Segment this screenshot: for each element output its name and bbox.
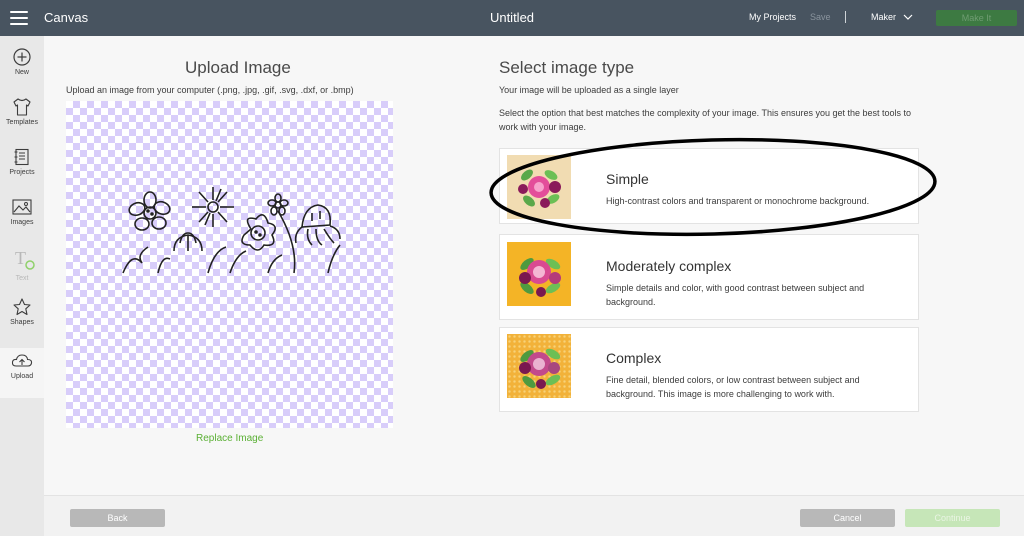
option-simple-title: Simple [606,171,649,187]
sidebar-item-templates[interactable]: Templates [0,98,44,148]
sidebar-item-projects[interactable]: Projects [0,148,44,198]
simple-thumbnail [507,155,571,219]
replace-image-link[interactable]: Replace Image [196,433,263,444]
app-name: Canvas [44,10,89,25]
image-type-subtitle: Your image will be uploaded as a single … [499,85,679,95]
sidebar-label-shapes: Shapes [10,319,34,326]
sidebar-label-images: Images [10,219,34,226]
svg-text:T: T [15,248,26,268]
projects-icon [14,148,29,166]
back-button[interactable]: Back [70,509,165,527]
upload-icon [11,354,33,367]
image-preview [66,101,393,428]
my-projects-link[interactable]: My Projects [749,12,796,22]
sidebar-item-new[interactable]: New [0,48,44,98]
top-bar: Canvas Untitled My Projects Save Maker M… [0,0,1024,36]
upload-subtitle: Upload an image from your computer (.png… [66,85,354,95]
option-moderate-title: Moderately complex [606,258,732,274]
image-type-description: Select the option that best matches the … [499,108,912,132]
shapes-icon [13,298,31,316]
flower-bouquet-icon [518,169,561,208]
sidebar-item-text[interactable]: T Text [0,248,44,298]
flower-bouquet-icon [519,258,561,297]
save-button[interactable]: Save [810,12,831,22]
sidebar-label-projects: Projects [9,169,35,176]
option-simple[interactable]: Simple High-contrast colors and transpar… [499,148,919,224]
text-icon: T [15,248,35,270]
image-type-title: Select image type [499,58,635,77]
document-title[interactable]: Untitled [490,10,534,25]
sidebar: New Templates Projects Images T Text Sha… [0,36,44,536]
machine-select[interactable]: Maker [871,12,896,22]
topbar-divider [845,11,846,23]
cancel-button[interactable]: Cancel [800,509,895,527]
option-moderate-description: Simple details and color, with good cont… [606,283,865,307]
chevron-down-icon[interactable] [903,12,913,22]
sidebar-label-new: New [14,69,29,76]
upload-title: Upload Image [185,58,291,77]
sidebar-label-templates: Templates [6,119,38,126]
sidebar-label-text: Text [15,275,29,282]
complex-thumbnail [507,334,571,398]
option-complex[interactable]: Complex Fine detail, blended colors, or … [499,327,919,412]
sidebar-item-upload[interactable]: Upload [0,348,44,398]
hamburger-menu-icon[interactable] [10,11,28,25]
image-icon [12,199,32,215]
flower-bouquet-icon [519,348,561,389]
option-complex-title: Complex [606,350,662,366]
sidebar-item-images[interactable]: Images [0,198,44,248]
option-simple-description: High-contrast colors and transparent or … [606,196,870,206]
option-moderately-complex[interactable]: Moderately complex Simple details and co… [499,234,919,320]
moderate-thumbnail [507,242,571,306]
option-complex-description: Fine detail, blended colors, or low cont… [606,375,860,399]
tshirt-icon [13,98,31,116]
sidebar-item-shapes[interactable]: Shapes [0,298,44,348]
continue-button[interactable]: Continue [905,509,1000,527]
plus-circle-icon [13,48,31,66]
make-it-button[interactable]: Make It [936,10,1017,26]
sidebar-label-upload: Upload [10,373,34,380]
flower-line-art [122,187,341,274]
